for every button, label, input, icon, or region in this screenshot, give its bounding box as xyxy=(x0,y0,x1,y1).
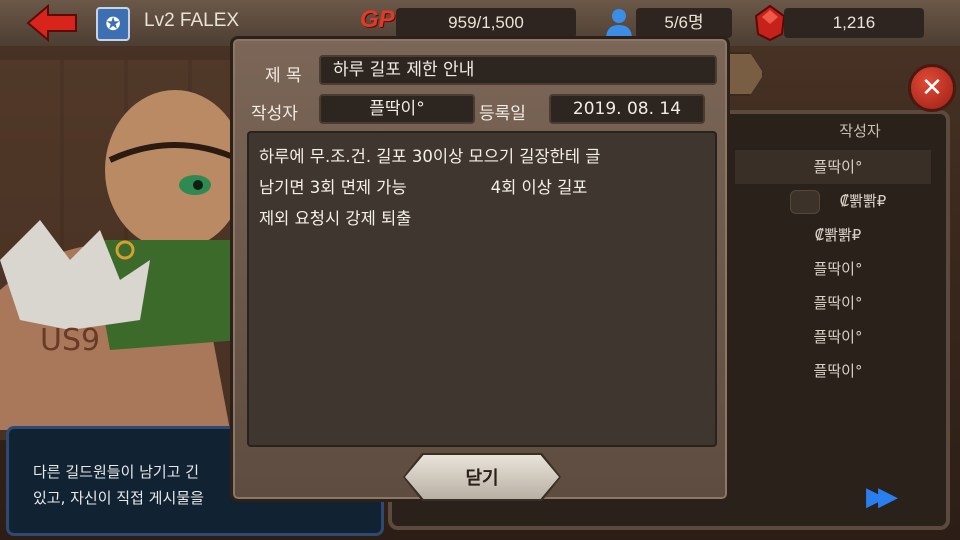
board-row[interactable]: 플딱이° xyxy=(735,354,931,388)
fast-forward-icon[interactable]: ▶▶ xyxy=(866,482,898,512)
gp-icon: GP xyxy=(360,6,395,33)
board-row-author: 플딱이° xyxy=(813,328,863,346)
content-line: 제외 요청시 강제 퇴출 xyxy=(259,209,412,228)
guild-level-name: Lv2 FALEX xyxy=(144,10,240,31)
board-row[interactable]: 플딱이° xyxy=(735,320,931,354)
board-row[interactable]: ₡뽥뽥₽ xyxy=(735,218,931,252)
board-row-author: 플딱이° xyxy=(813,260,863,278)
guild-emblem-icon: ✪ xyxy=(96,7,130,41)
board-row-author: 플딱이° xyxy=(813,158,863,176)
ruby-gem-icon xyxy=(754,4,786,42)
back-arrow-icon[interactable] xyxy=(26,4,78,42)
author-field: 플딱이° xyxy=(319,94,475,124)
board-row-author: ₡뽥뽥₽ xyxy=(839,192,887,210)
person-icon xyxy=(606,9,632,39)
board-author-list: 플딱이° ₡뽥뽥₽ ₡뽥뽥₽ 플딱이° 플딱이° 플딱이° 플딱이° xyxy=(735,150,931,388)
guild-master-character-image: US9 xyxy=(0,90,245,430)
board-row-author: 플딱이° xyxy=(813,294,863,312)
title-field: 하루 길포 제한 안내 xyxy=(319,55,717,85)
tab-arrow-decoration xyxy=(728,52,764,96)
row-badge-icon xyxy=(789,189,820,214)
board-row-author: ₡뽥뽥₽ xyxy=(814,226,862,244)
board-author-column-header: 작성자 xyxy=(839,122,881,140)
board-row[interactable]: ₡뽥뽥₽ xyxy=(735,184,931,218)
board-row[interactable]: 플딱이° xyxy=(735,286,931,320)
member-count: 5/6명 xyxy=(636,8,732,38)
date-label: 등록일 xyxy=(479,104,526,124)
svg-text:US9: US9 xyxy=(40,323,100,358)
title-label: 제 목 xyxy=(265,66,302,86)
board-row[interactable]: 플딱이° xyxy=(735,150,931,184)
panel-close-icon[interactable]: ✕ xyxy=(908,64,956,112)
gp-counter: 959/1,500 xyxy=(396,8,576,38)
gem-count: 1,216 xyxy=(784,8,924,38)
close-button[interactable]: 닫기 xyxy=(405,455,559,499)
date-field: 2019. 08. 14 xyxy=(549,94,705,124)
content-line: 하루에 무.조.건. 길포 30이상 모으기 길장한테 글 xyxy=(259,147,601,166)
author-label: 작성자 xyxy=(251,104,298,124)
notice-detail-dialog: 제 목 하루 길포 제한 안내 작성자 플딱이° 등록일 2019. 08. 1… xyxy=(230,36,730,502)
board-row[interactable]: 플딱이° xyxy=(735,252,931,286)
content-line: 남기면 3회 면제 가능 4회 이상 길포 xyxy=(259,178,588,197)
board-row-author: 플딱이° xyxy=(813,362,863,380)
notice-content: 하루에 무.조.건. 길포 30이상 모으기 길장한테 글 남기면 3회 면제 … xyxy=(247,131,717,447)
